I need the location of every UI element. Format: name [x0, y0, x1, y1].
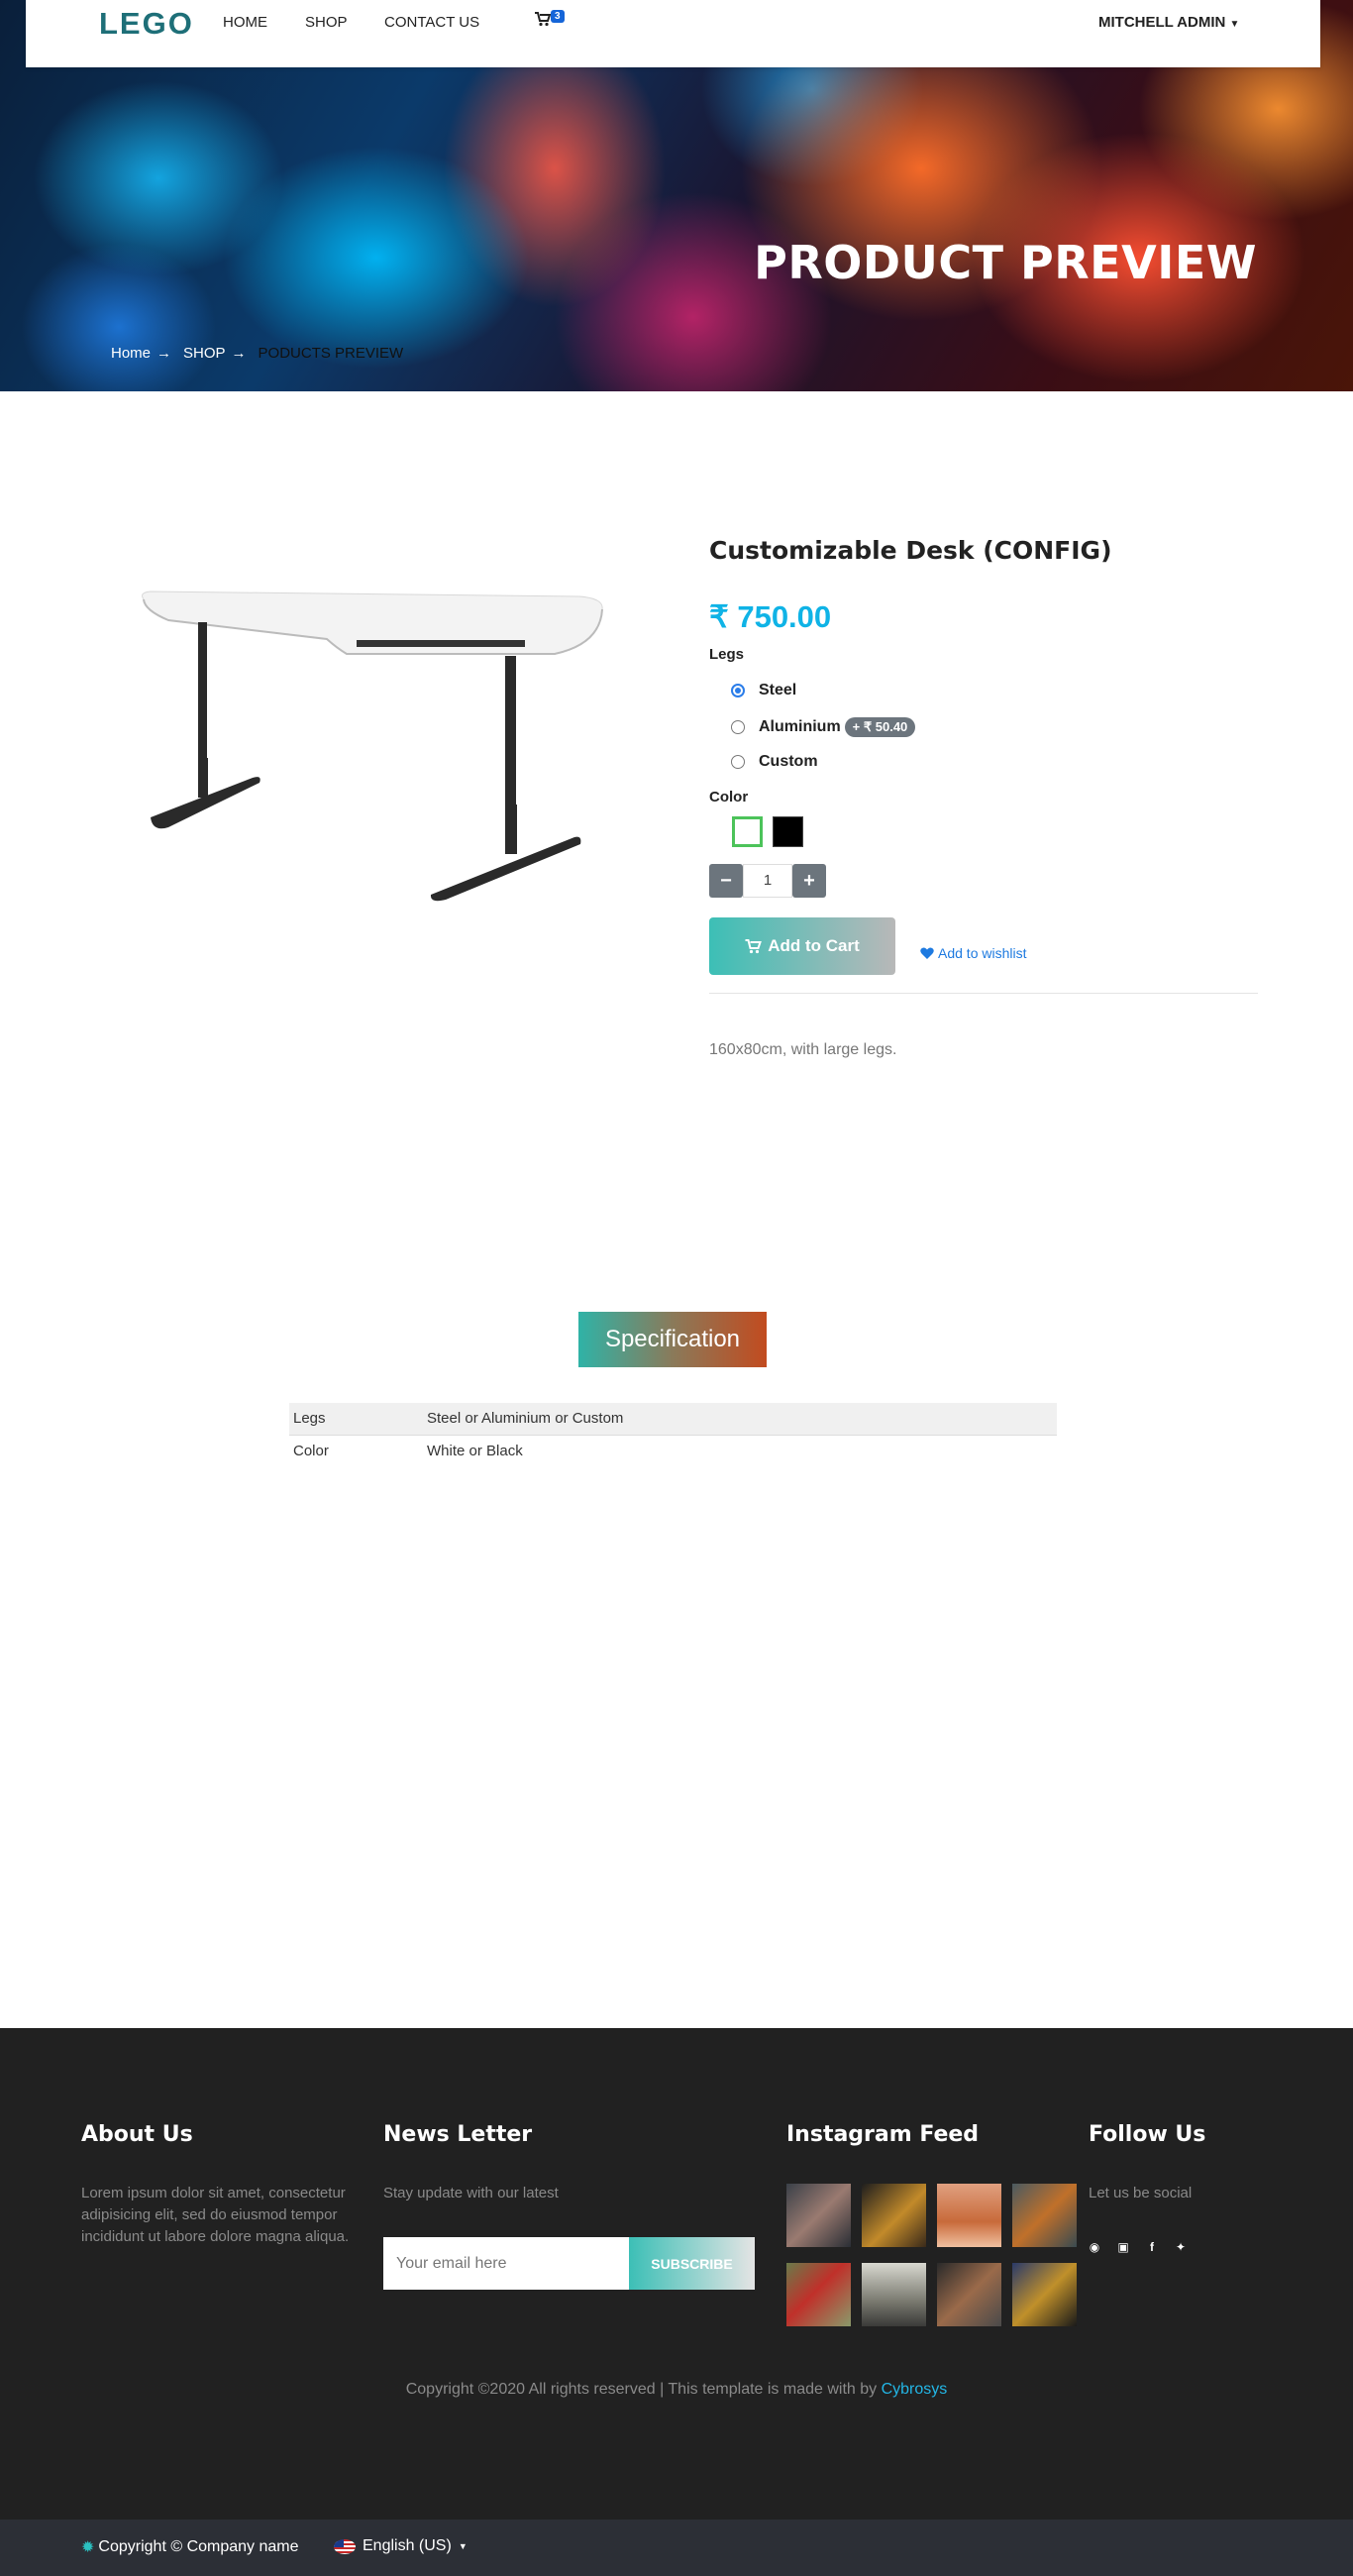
nav-shop[interactable]: SHOP	[305, 14, 348, 31]
instagram-photo[interactable]	[1012, 2184, 1077, 2247]
color-swatch-white[interactable]	[732, 816, 763, 847]
newsletter-form: Your email here SUBSCRIBE	[383, 2237, 755, 2290]
instagram-photo[interactable]	[786, 2184, 851, 2247]
divider	[709, 993, 1258, 994]
legs-option-steel[interactable]: Steel	[731, 682, 796, 699]
legs-option-aluminium[interactable]: Aluminium + ₹ 50.40	[731, 717, 916, 737]
breadcrumb-current: PODUCTS PREVIEW	[258, 345, 404, 362]
breadcrumb: Home → SHOP → PODUCTS PREVIEW	[111, 345, 403, 362]
arrow-right-icon: →	[156, 345, 172, 362]
quantity-input[interactable]: 1	[743, 864, 792, 898]
newsletter-title: News Letter	[383, 2122, 533, 2147]
spec-name: Color	[293, 1442, 329, 1459]
instagram-photo[interactable]	[937, 2184, 1001, 2247]
spec-value: Steel or Aluminium or Custom	[427, 1410, 624, 1428]
wishlist-label: Add to wishlist	[938, 945, 1027, 961]
sparkle-icon: ✹	[81, 2539, 95, 2556]
add-to-cart-button[interactable]: Add to Cart	[709, 917, 895, 975]
spec-name: Legs	[293, 1410, 326, 1428]
instagram-photo[interactable]	[786, 2263, 851, 2326]
navbar: LEGO HOME SHOP CONTACT US 3 MITCHELL ADM…	[26, 0, 1320, 67]
instagram-photo[interactable]	[862, 2263, 926, 2326]
facebook-icon[interactable]: f	[1146, 2240, 1158, 2254]
spec-value: White or Black	[427, 1442, 523, 1459]
user-menu[interactable]: MITCHELL ADMIN ▼	[1098, 14, 1239, 31]
tab-specification[interactable]: Specification	[578, 1312, 767, 1367]
bottom-bar: ✹ Copyright © Company name English (US) …	[0, 2520, 1353, 2576]
product-description: 160x80cm, with large legs.	[709, 1041, 897, 1058]
language-selector[interactable]: English (US) ▼	[334, 2537, 468, 2555]
follow-title: Follow Us	[1089, 2122, 1206, 2147]
dribbble-icon[interactable]: ◉	[1089, 2240, 1100, 2254]
add-to-cart-label: Add to Cart	[768, 936, 860, 955]
plus-button[interactable]: +	[792, 864, 826, 898]
bottom-copyright-text: Copyright © Company name	[98, 2538, 299, 2555]
breadcrumb-home[interactable]: Home	[111, 345, 151, 362]
color-swatch-black[interactable]	[773, 816, 803, 847]
social-links: ◉ ▣ f ✦	[1089, 2240, 1187, 2254]
caret-down-icon: ▼	[1229, 19, 1240, 30]
heart-icon	[920, 946, 934, 959]
legs-option-custom[interactable]: Custom	[731, 753, 818, 771]
add-to-wishlist-link[interactable]: Add to wishlist	[920, 945, 1026, 961]
nav-home[interactable]: HOME	[223, 14, 267, 31]
bottom-copyright: ✹ Copyright © Company name	[81, 2537, 299, 2557]
option-label: Custom	[759, 753, 818, 770]
table-row: Color White or Black	[289, 1435, 1057, 1466]
breadcrumb-shop[interactable]: SHOP	[183, 345, 226, 362]
twitter-icon[interactable]: ✦	[1175, 2240, 1187, 2254]
cart-icon[interactable]	[535, 12, 552, 31]
option-label: Aluminium	[759, 718, 841, 735]
cart-icon	[745, 938, 763, 953]
instagram-title: Instagram Feed	[786, 2122, 980, 2147]
color-label: Color	[709, 789, 749, 805]
specification-table: Legs Steel or Aluminium or Custom Color …	[289, 1403, 1057, 1466]
logo[interactable]: LEGO	[99, 6, 194, 42]
price-extra-badge: + ₹ 50.40	[844, 717, 916, 737]
linkedin-icon[interactable]: ▣	[1117, 2240, 1129, 2254]
minus-button[interactable]: −	[709, 864, 743, 898]
subscribe-button[interactable]: SUBSCRIBE	[629, 2237, 755, 2290]
legs-label: Legs	[709, 646, 745, 663]
copyright-text: Copyright ©2020 All rights reserved | Th…	[405, 2381, 878, 2398]
product-image	[142, 590, 603, 902]
page-title: PRODUCT PREVIEW	[754, 236, 1257, 289]
instagram-photo[interactable]	[862, 2184, 926, 2247]
user-name: MITCHELL ADMIN	[1098, 14, 1226, 31]
radio-button[interactable]	[731, 684, 745, 698]
footer-copyright: Copyright ©2020 All rights reserved | Th…	[0, 2381, 1353, 2399]
product-name: Customizable Desk (CONFIG)	[709, 536, 1112, 565]
instagram-photo[interactable]	[1012, 2263, 1077, 2326]
product-price: ₹ 750.00	[709, 599, 832, 634]
radio-button[interactable]	[731, 755, 745, 769]
email-input[interactable]: Your email here	[383, 2237, 629, 2290]
table-row: Legs Steel or Aluminium or Custom	[289, 1403, 1057, 1435]
cart-count-badge: 3	[551, 10, 565, 23]
caret-down-icon: ▼	[458, 2541, 468, 2551]
instagram-photo[interactable]	[937, 2263, 1001, 2326]
about-title: About Us	[81, 2122, 193, 2147]
about-text: Lorem ipsum dolor sit amet, consectetur …	[81, 2185, 350, 2245]
brand-link[interactable]: Cybrosys	[882, 2381, 948, 2398]
follow-text: Let us be social	[1089, 2185, 1193, 2201]
us-flag-icon	[334, 2538, 356, 2554]
option-label: Steel	[759, 682, 797, 698]
quantity-stepper: − 1 +	[709, 864, 826, 898]
radio-button[interactable]	[731, 720, 745, 734]
newsletter-text: Stay update with our latest	[383, 2185, 559, 2201]
language-label: English (US)	[363, 2537, 452, 2554]
nav-contact[interactable]: CONTACT US	[384, 14, 479, 31]
arrow-right-icon: →	[231, 345, 247, 362]
